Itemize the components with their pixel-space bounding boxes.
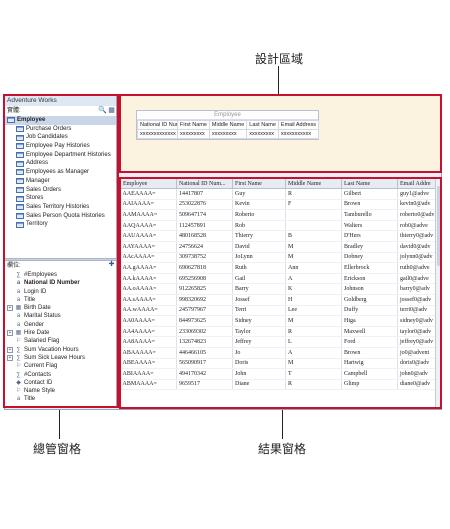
results-pane-callout: 結果窗格 bbox=[258, 442, 307, 456]
results-pane-highlight bbox=[119, 177, 442, 409]
organizer-pane-leader-line bbox=[59, 407, 60, 439]
organizer-pane-callout: 總管窗格 bbox=[33, 442, 82, 456]
design-area-callout: 設計區域 bbox=[255, 52, 304, 66]
design-area-leader-line bbox=[278, 66, 279, 95]
design-area-highlight bbox=[119, 94, 442, 173]
results-pane-leader-line bbox=[282, 407, 283, 439]
organizer-pane-highlight bbox=[3, 94, 119, 408]
